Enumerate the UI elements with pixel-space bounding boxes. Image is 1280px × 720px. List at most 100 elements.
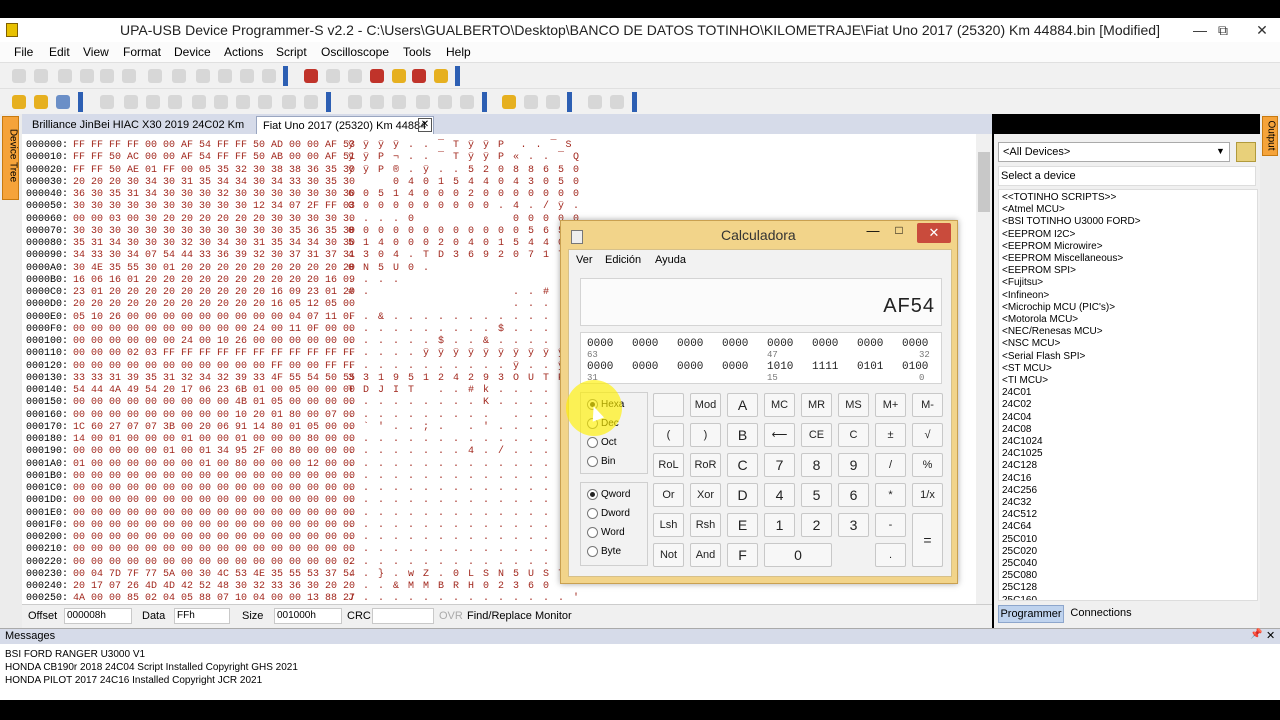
menu-help[interactable]: Help: [446, 42, 471, 62]
device-list-item[interactable]: 24C512: [1002, 509, 1037, 521]
hex-row[interactable]: 000140: 54 44 4A 49 54 20 17 06 23 6B 01 …: [26, 385, 579, 397]
hex-row[interactable]: 0001A0: 01 00 00 00 00 00 00 01 00 80 00 …: [26, 459, 579, 471]
calc-key[interactable]: ): [690, 423, 721, 447]
calc-key[interactable]: M+: [875, 393, 906, 417]
hex-row[interactable]: 0001D0: 00 00 00 00 00 00 00 00 00 00 00 …: [26, 495, 579, 507]
calculator-close-button[interactable]: ✕: [917, 223, 951, 243]
calculator-maximize-button[interactable]: □: [887, 223, 911, 243]
calc-key[interactable]: C: [727, 453, 758, 477]
hex-row[interactable]: 000190: 00 00 00 00 00 01 00 01 34 95 2F …: [26, 446, 579, 458]
toolbar-edit-icon[interactable]: [100, 95, 114, 109]
monitor-button[interactable]: Monitor: [535, 610, 572, 622]
doc-tab-brilliance[interactable]: Brilliance JinBei HIAC X30 2019 24C02 Km…: [26, 116, 254, 149]
calculator-minimize-button[interactable]: —: [861, 223, 885, 243]
toolbar-grid-icon[interactable]: [218, 69, 232, 83]
hex-row[interactable]: 000220: 00 00 00 00 00 00 00 00 00 00 00 …: [26, 557, 579, 569]
radio-dot-icon[interactable]: [587, 489, 598, 500]
calc-key[interactable]: 9: [838, 453, 869, 477]
calc-key[interactable]: Rsh: [690, 513, 721, 537]
hex-row[interactable]: 0000C0: 23 01 20 20 20 20 20 20 20 20 20 …: [26, 287, 564, 299]
toolbar-pen-icon[interactable]: [124, 95, 138, 109]
calc-key[interactable]: [653, 393, 684, 417]
menu-actions[interactable]: Actions: [224, 42, 263, 62]
calc-menu-ayuda[interactable]: Ayuda: [655, 254, 686, 266]
hex-row[interactable]: 000210: 00 00 00 00 00 00 00 00 00 00 00 …: [26, 544, 579, 556]
device-list-item[interactable]: 24C128: [1002, 460, 1037, 472]
toolbar-doc-icon[interactable]: [196, 69, 210, 83]
calc-radio-oct[interactable]: Oct: [587, 437, 617, 451]
size-field[interactable]: 001000h: [274, 608, 342, 624]
calc-key[interactable]: 1: [764, 513, 795, 537]
toolbar-find-icon[interactable]: [148, 69, 162, 83]
toolbar-gear2-icon[interactable]: [304, 95, 318, 109]
device-list-item[interactable]: 24C64: [1002, 521, 1031, 533]
calc-key[interactable]: Xor: [690, 483, 721, 507]
crc-field[interactable]: [372, 608, 434, 624]
device-list-item[interactable]: <EEPROM Miscellaneous>: [1002, 253, 1123, 265]
toolbar-zoom-icon[interactable]: [524, 95, 538, 109]
calc-menu-ver[interactable]: Ver: [576, 254, 593, 266]
radio-dot-icon[interactable]: [587, 546, 598, 557]
device-list-item[interactable]: 25C080: [1002, 570, 1037, 582]
calc-key[interactable]: -: [875, 513, 906, 537]
calc-key[interactable]: 4: [764, 483, 795, 507]
device-list-item[interactable]: <Infineon>: [1002, 290, 1049, 302]
calc-key[interactable]: Not: [653, 543, 684, 567]
hex-row[interactable]: 000130: 33 33 31 39 35 31 32 34 32 39 33 …: [26, 373, 579, 385]
device-tree-tab[interactable]: Device Tree: [2, 116, 19, 200]
output-tab[interactable]: Output: [1262, 116, 1278, 156]
device-list-item[interactable]: <NEC/Renesas MCU>: [1002, 326, 1103, 338]
tab-connections[interactable]: Connections: [1066, 605, 1136, 623]
toolbar-forward-icon[interactable]: [34, 69, 48, 83]
hex-row[interactable]: 000090: 34 33 30 34 07 54 44 33 36 39 32 …: [26, 250, 579, 262]
hex-row[interactable]: 0001C0: 00 00 00 00 00 00 00 00 00 00 00 …: [26, 483, 579, 495]
toolbar-paste-icon[interactable]: [100, 69, 114, 83]
hex-row[interactable]: 000000: FF FF FF FF 00 00 AF 54 FF FF 50 …: [26, 140, 572, 152]
hex-row[interactable]: 0000D0: 20 20 20 20 20 20 20 20 20 20 20 …: [26, 299, 579, 311]
calc-key[interactable]: M-: [912, 393, 943, 417]
device-list-item[interactable]: <TI MCU>: [1002, 375, 1048, 387]
radio-dot-icon[interactable]: [587, 508, 598, 519]
device-filter-select[interactable]: <All Devices>: [998, 142, 1230, 162]
calc-key[interactable]: 3: [838, 513, 869, 537]
calc-key[interactable]: 5: [801, 483, 832, 507]
calc-key[interactable]: 6: [838, 483, 869, 507]
hex-row[interactable]: 0000F0: 00 00 00 00 00 00 00 00 00 00 24 …: [26, 324, 579, 336]
calc-key[interactable]: MS: [838, 393, 869, 417]
hex-row[interactable]: 000030: 20 20 20 30 34 30 31 35 34 34 30 …: [26, 177, 579, 189]
device-list-item[interactable]: 24C256: [1002, 485, 1037, 497]
device-list-item[interactable]: <Serial Flash SPI>: [1002, 351, 1085, 363]
hex-row[interactable]: 0000B0: 16 06 16 01 20 20 20 20 20 20 20 …: [26, 275, 579, 287]
toolbar-sum-icon[interactable]: [434, 69, 448, 83]
device-list-item[interactable]: 25C128: [1002, 582, 1037, 594]
toolbar-first-icon[interactable]: [192, 95, 206, 109]
find-replace-button[interactable]: Find/Replace: [467, 610, 532, 622]
calc-key[interactable]: A: [727, 393, 758, 417]
toolbar-save-icon[interactable]: [56, 95, 70, 109]
device-folder-icon[interactable]: [1236, 142, 1256, 162]
toolbar-stop2-icon[interactable]: [610, 95, 624, 109]
hex-row[interactable]: 000200: 00 00 00 00 00 00 00 00 00 00 00 …: [26, 532, 579, 544]
radio-dot-icon[interactable]: [587, 437, 598, 448]
calc-key[interactable]: E: [727, 513, 758, 537]
toolbar-record-icon[interactable]: [370, 69, 384, 83]
calc-key[interactable]: Mod: [690, 393, 721, 417]
hex-row[interactable]: 0001B0: 00 00 00 00 00 00 00 00 00 00 00 …: [26, 471, 579, 483]
calc-key[interactable]: .: [875, 543, 906, 567]
device-list-item[interactable]: <<TOTINHO SCRIPTS>>: [1002, 192, 1116, 204]
toolbar-align2-icon[interactable]: [438, 95, 452, 109]
hex-row[interactable]: 000230: 00 04 7D 7F 77 5A 00 30 4C 53 4E …: [26, 569, 579, 581]
device-list-item[interactable]: <NSC MCU>: [1002, 338, 1060, 350]
toolbar-new-icon[interactable]: [12, 95, 26, 109]
device-list-item[interactable]: <Motorola MCU>: [1002, 314, 1078, 326]
calc-menu-edicion[interactable]: Edición: [605, 254, 641, 266]
messages-close-icon[interactable]: ✕: [1266, 629, 1275, 642]
device-list-item[interactable]: 24C32: [1002, 497, 1031, 509]
calc-radio-byte[interactable]: Byte: [587, 546, 621, 560]
calc-radio-bin[interactable]: Bin: [587, 456, 615, 470]
device-list-item[interactable]: 24C08: [1002, 424, 1031, 436]
calc-key[interactable]: D: [727, 483, 758, 507]
hex-row[interactable]: 000150: 00 00 00 00 00 00 00 00 00 4B 01 …: [26, 397, 579, 409]
device-list-item[interactable]: 25C020: [1002, 546, 1037, 558]
toolbar-col2-icon[interactable]: [370, 95, 384, 109]
